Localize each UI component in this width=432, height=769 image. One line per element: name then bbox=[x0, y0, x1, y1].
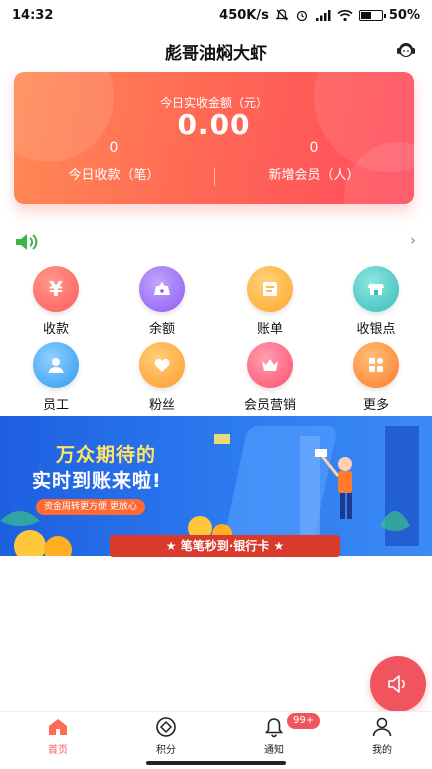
grid-item-collect[interactable]: ¥ 收款 bbox=[6, 262, 106, 337]
today-collections-stat[interactable]: 0 今日收款（笔） bbox=[14, 140, 214, 183]
yen-icon: ¥ bbox=[33, 266, 79, 312]
announcement-bar[interactable]: › bbox=[0, 228, 432, 254]
battery-percent: 50% bbox=[388, 7, 420, 23]
mute-bell-icon bbox=[275, 9, 289, 21]
new-members-stat[interactable]: 0 新增会员（人） bbox=[214, 140, 414, 183]
status-bar: 14:32 450K/s 50% bbox=[0, 0, 432, 30]
customer-service-icon[interactable] bbox=[394, 38, 418, 62]
grid-label: 账单 bbox=[256, 322, 283, 337]
grid-item-fans[interactable]: 粉丝 bbox=[112, 338, 212, 413]
grid-item-cashier[interactable]: 收银点 bbox=[326, 262, 426, 337]
tab-label: 我的 bbox=[372, 745, 392, 756]
grid-label: 会员营销 bbox=[243, 398, 296, 413]
battery-icon bbox=[358, 9, 386, 21]
store-icon bbox=[353, 266, 399, 312]
revenue-summary-card[interactable]: 今日实收金额（元） 0.00 0 今日收款（笔） 0 新增会员（人） bbox=[14, 72, 414, 204]
crown-icon bbox=[247, 342, 293, 388]
grid-label: 收款 bbox=[42, 322, 69, 337]
user-icon bbox=[372, 717, 392, 737]
points-icon bbox=[156, 717, 176, 737]
notification-badge: 99+ bbox=[287, 713, 321, 729]
signal-icon bbox=[315, 9, 331, 21]
grid-label: 员工 bbox=[42, 398, 69, 413]
top-nav: 彪哥油焖大虾 bbox=[0, 36, 432, 66]
grid-item-member-marketing[interactable]: 会员营销 bbox=[220, 338, 320, 413]
alarm-icon bbox=[296, 10, 308, 22]
feature-grid: ¥ 收款 余额 账单 收银点 员工 粉丝 会员营销 更多 bbox=[0, 262, 432, 413]
grid-label: 余额 bbox=[148, 322, 175, 337]
grid-item-bill[interactable]: 账单 bbox=[220, 262, 320, 337]
grid-label: 粉丝 bbox=[148, 398, 175, 413]
heart-icon bbox=[139, 342, 185, 388]
grid-item-staff[interactable]: 员工 bbox=[6, 338, 106, 413]
wifi-icon bbox=[337, 9, 353, 21]
banner-title-line2: 实时到账来啦! bbox=[32, 470, 162, 492]
speaker-outline-icon bbox=[388, 675, 405, 693]
status-indicators: 450K/s 50% bbox=[219, 8, 420, 23]
banner-subtitle: 资金周转更方便 更放心 bbox=[36, 499, 145, 515]
network-speed: 450K/s bbox=[219, 7, 269, 23]
today-collections-value: 0 bbox=[109, 140, 119, 156]
tab-points[interactable]: 积分 bbox=[112, 716, 220, 764]
grid-item-balance[interactable]: 余额 bbox=[112, 262, 212, 337]
grid-label: 更多 bbox=[362, 398, 389, 413]
banner-ribbon: ★ 笔笔秒到·银行卡 ★ bbox=[110, 535, 340, 557]
tab-label: 通知 bbox=[264, 745, 284, 756]
chevron-right-icon[interactable]: › bbox=[410, 231, 416, 249]
grid-item-more[interactable]: 更多 bbox=[326, 338, 426, 413]
status-time: 14:32 bbox=[12, 7, 54, 23]
today-income-amount: 0.00 bbox=[177, 108, 251, 141]
grid-label: 收银点 bbox=[356, 322, 396, 337]
bill-icon bbox=[247, 266, 293, 312]
voice-broadcast-button[interactable] bbox=[370, 656, 426, 712]
bell-icon bbox=[264, 718, 284, 738]
wallet-icon bbox=[139, 266, 185, 312]
page-title: 彪哥油焖大虾 bbox=[165, 43, 267, 64]
more-grid-icon bbox=[353, 342, 399, 388]
battery-fill bbox=[360, 11, 371, 19]
home-icon bbox=[49, 719, 67, 735]
app-screen: 14:32 450K/s 50% 彪哥油焖大虾 今日实收金额（元） 0.00 0 bbox=[0, 0, 432, 769]
today-collections-label: 今日收款（笔） bbox=[68, 168, 160, 183]
speaker-icon bbox=[16, 234, 38, 250]
home-indicator bbox=[146, 761, 286, 765]
new-members-value: 0 bbox=[309, 140, 319, 156]
new-members-label: 新增会员（人） bbox=[268, 168, 360, 183]
tab-home[interactable]: 首页 bbox=[4, 716, 112, 764]
tab-mine[interactable]: 我的 bbox=[328, 716, 432, 764]
tab-label: 积分 bbox=[156, 745, 176, 756]
tab-label: 首页 bbox=[48, 745, 68, 756]
banner-title-line1: 万众期待的 bbox=[56, 444, 157, 466]
person-icon bbox=[33, 342, 79, 388]
